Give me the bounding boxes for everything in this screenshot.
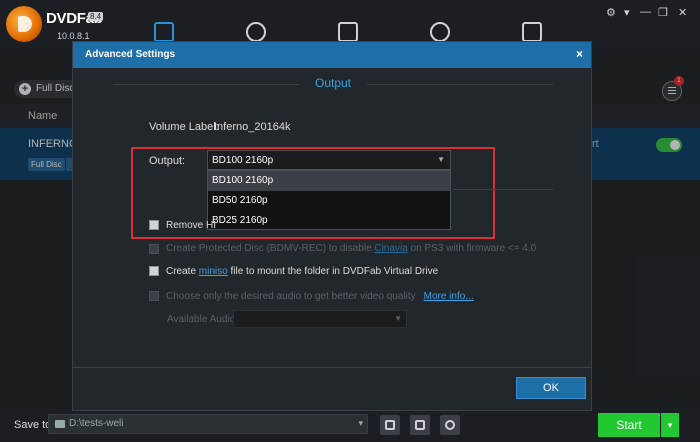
output-option[interactable]: BD100 2160p	[208, 171, 450, 191]
protected-disc-checkbox[interactable]	[149, 244, 159, 254]
remove-hdr-label: Remove HI	[166, 220, 217, 231]
close-icon[interactable]: ×	[576, 47, 583, 61]
minimize-icon[interactable]: —	[640, 6, 651, 18]
audio-quality-label: Choose only the desired audio to get bet…	[166, 291, 474, 302]
settings-icon[interactable]: ⚙	[606, 6, 616, 19]
iso-button[interactable]	[410, 415, 430, 435]
copy-icon[interactable]	[154, 22, 174, 42]
refresh-button[interactable]	[440, 415, 460, 435]
video-converter-icon[interactable]	[338, 22, 358, 42]
section-divider	[113, 84, 299, 85]
brand-version: 8.4	[88, 12, 104, 21]
volume-label-caption: Volume Label:	[149, 121, 219, 133]
audio-quality-checkbox[interactable]	[149, 291, 159, 301]
output-option[interactable]: BD50 2160p	[208, 191, 450, 211]
output-dropdown-list: BD100 2160p BD50 2160p BD25 2160p	[207, 170, 451, 230]
folder-icon	[385, 420, 395, 430]
output-select[interactable]: BD100 2160p ▼	[207, 150, 451, 170]
divider	[453, 189, 553, 190]
available-audio-label: Available Audio	[167, 314, 236, 325]
output-label: Output:	[149, 155, 186, 167]
chevron-down-icon[interactable]: ▾	[358, 418, 363, 429]
output-selected-value: BD100 2160p	[212, 155, 274, 166]
section-title: Output	[314, 76, 352, 90]
app-version: 10.0.8.1	[57, 31, 90, 41]
maximize-icon[interactable]: ❐	[658, 6, 668, 19]
more-info-link[interactable]: More info...	[424, 291, 474, 302]
cinavia-link[interactable]: Cinavia	[374, 243, 407, 254]
disc-icon	[415, 420, 425, 430]
create-miniso-checkbox[interactable]	[149, 266, 159, 276]
output-option[interactable]: BD25 2160p	[208, 211, 450, 231]
save-path-value: D:\tests-weli	[69, 418, 124, 429]
chevron-down-icon: ▼	[394, 314, 402, 323]
create-miniso-label: Create miniso file to mount the folder i…	[166, 266, 439, 277]
start-dropdown-button[interactable]: ▾	[661, 413, 679, 437]
dialog-divider	[73, 367, 591, 368]
protected-disc-label: Create Protected Disc (BDMV-REC) to disa…	[166, 243, 537, 254]
dialog-title-bar: Advanced Settings ×	[73, 42, 591, 68]
start-button[interactable]: Start	[598, 413, 660, 437]
ripper-icon[interactable]	[246, 22, 266, 42]
section-divider	[367, 84, 553, 85]
creator-icon[interactable]	[430, 22, 450, 42]
toolbox-icon[interactable]	[522, 22, 542, 42]
dvdfab-logo-icon	[6, 6, 42, 42]
remove-hdr-checkbox[interactable]	[149, 220, 159, 230]
chevron-down-icon: ▼	[437, 155, 445, 164]
dropdown-icon[interactable]: ▾	[624, 6, 630, 19]
bottom-bar: Save to: D:\tests-weli ▾ Start ▾	[0, 408, 700, 442]
folder-icon	[55, 420, 65, 428]
available-audio-select[interactable]: ▼	[233, 310, 407, 328]
save-path-field[interactable]: D:\tests-weli ▾	[48, 414, 368, 434]
advanced-settings-dialog: Advanced Settings × Output Volume Label:…	[72, 41, 592, 411]
volume-label-value[interactable]: Inferno_20164k	[214, 121, 290, 133]
dialog-title: Advanced Settings	[85, 49, 176, 60]
browse-folder-button[interactable]	[380, 415, 400, 435]
refresh-icon	[445, 420, 455, 430]
miniso-link[interactable]: miniso	[199, 266, 228, 277]
close-icon[interactable]: ✕	[678, 6, 687, 19]
ok-button[interactable]: OK	[516, 377, 586, 399]
